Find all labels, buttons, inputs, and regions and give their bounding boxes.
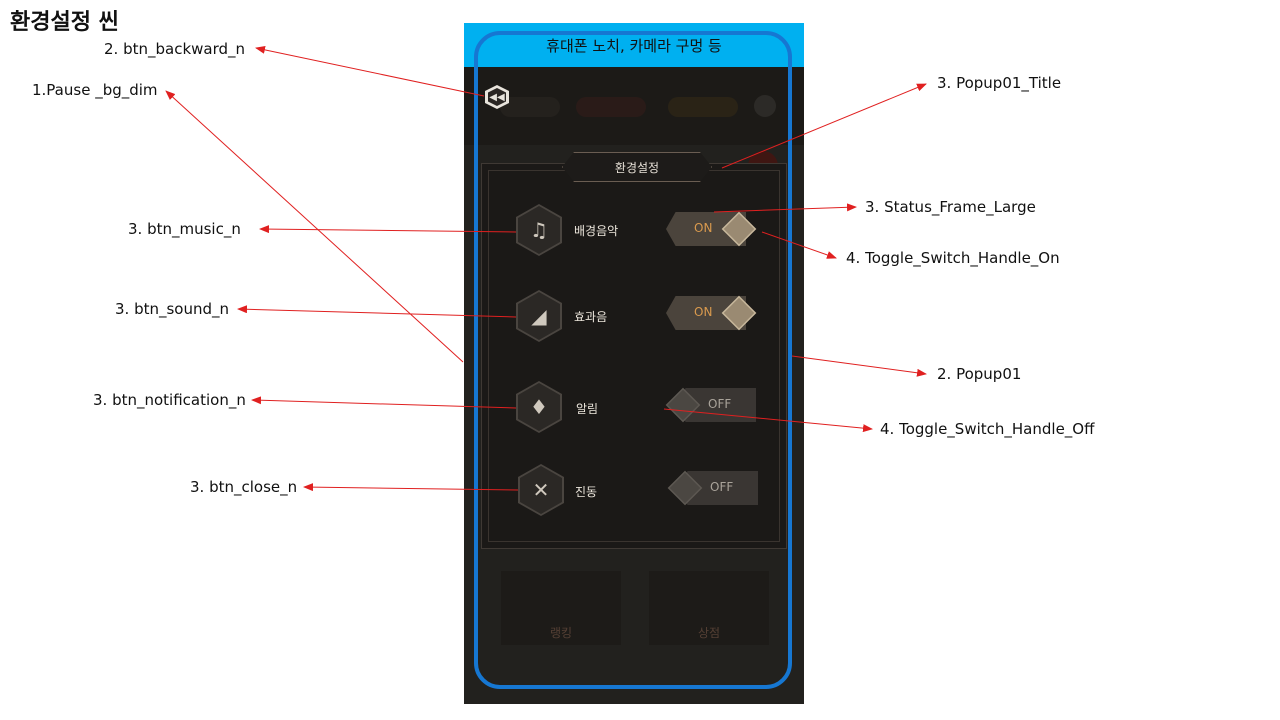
arrow-btn-backward	[255, 45, 485, 97]
device-notch-area: 휴대폰 노치, 카메라 구멍 등	[464, 23, 804, 67]
anno-btn-sound: 3. btn_sound_n	[115, 300, 230, 318]
toggle-state-text: OFF	[708, 397, 732, 411]
option-label-music: 배경음악	[574, 224, 619, 238]
option-label-vibration: 진동	[575, 485, 598, 499]
anno-toggle-off: 4. Toggle_Switch_Handle_Off	[880, 420, 1095, 438]
option-label-sound: 효과음	[574, 310, 608, 324]
sound-toggle[interactable]: ON	[666, 295, 758, 331]
anno-status-frame-large: 3. Status_Frame_Large	[865, 198, 1036, 216]
notification-toggle[interactable]: OFF	[665, 387, 758, 423]
anno-btn-notification: 3. btn_notification_n	[93, 391, 246, 409]
speaker-icon: ◢	[518, 292, 560, 340]
arrow-popup01	[791, 355, 927, 377]
close-x-icon: ✕	[520, 466, 562, 514]
anno-popup01: 2. Popup01	[937, 365, 1022, 383]
anno-toggle-on: 4. Toggle_Switch_Handle_On	[846, 249, 1060, 267]
anno-popup01-title: 3. Popup01_Title	[937, 74, 1062, 92]
anno-btn-backward: 2. btn_backward_n	[104, 40, 246, 58]
popup-title: 환경설정	[562, 152, 712, 182]
toggle-state-text: OFF	[710, 480, 734, 494]
toggle-state-text: ON	[694, 221, 713, 235]
anno-btn-close: 3. btn_close_n	[190, 478, 298, 496]
bell-icon: ♦	[518, 383, 560, 431]
device-notch-label: 휴대폰 노치, 카메라 구멍 등	[546, 36, 722, 55]
scene-title: 환경설정 씬	[10, 10, 119, 35]
double-chevron-left-icon: ◀◀	[488, 88, 506, 106]
music-note-icon: ♫	[518, 206, 560, 254]
option-label-notification: 알림	[576, 402, 599, 416]
music-toggle[interactable]: ON	[666, 211, 758, 247]
vibration-toggle[interactable]: OFF	[667, 470, 760, 506]
toggle-state-text: ON	[694, 305, 713, 319]
anno-pause-bg-dim: 1.Pause _bg_dim	[32, 81, 158, 99]
anno-btn-music: 3. btn_music_n	[128, 220, 241, 238]
